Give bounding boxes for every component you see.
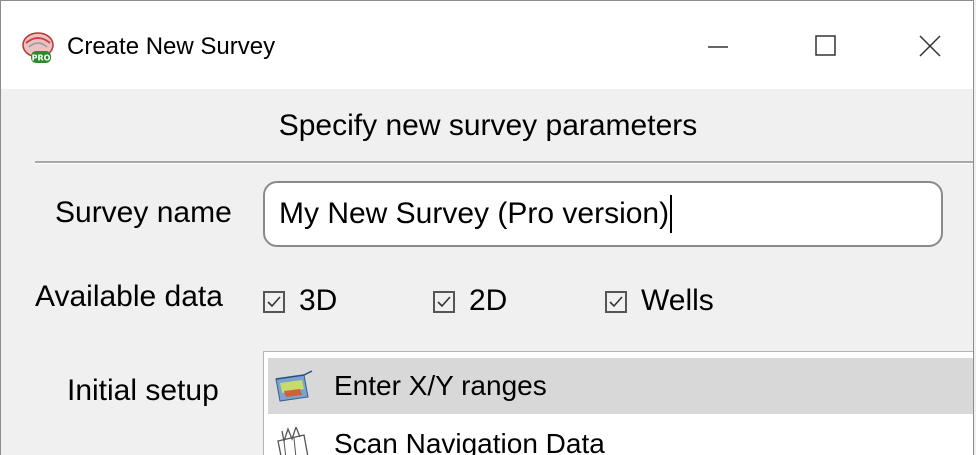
checkmark-icon <box>609 296 623 308</box>
text-caret <box>670 195 673 233</box>
initial-setup-label: Initial setup <box>67 374 219 407</box>
checkbox-2d-box[interactable] <box>433 291 455 313</box>
survey-name-input[interactable]: My New Survey (Pro version) <box>263 181 943 247</box>
checkbox-2d[interactable]: 2D <box>433 284 507 318</box>
create-survey-dialog: PRO Create New Survey Specify new survey… <box>0 0 974 455</box>
pro-app-icon: PRO <box>22 32 54 63</box>
xy-ranges-icon <box>275 370 313 402</box>
maximize-icon <box>815 35 836 56</box>
close-button[interactable] <box>899 15 961 77</box>
initial-setup-list[interactable]: Enter X/Y ranges Scan Navigation Data <box>263 351 973 455</box>
survey-name-label: Survey name <box>55 196 232 229</box>
list-item-label: Enter X/Y ranges <box>334 370 547 401</box>
checkbox-2d-label: 2D <box>469 284 508 317</box>
checkbox-wells-box[interactable] <box>605 291 627 313</box>
checkbox-3d-label: 3D <box>299 284 338 317</box>
survey-name-value: My New Survey (Pro version) <box>279 197 670 230</box>
checkmark-icon <box>437 296 451 308</box>
list-item-scan-navigation-data[interactable]: Scan Navigation Data <box>268 416 973 455</box>
scan-navigation-icon <box>277 427 309 455</box>
svg-text:PRO: PRO <box>32 54 51 63</box>
window-title: Create New Survey <box>67 33 276 60</box>
checkmark-icon <box>267 296 281 308</box>
checkbox-3d[interactable]: 3D <box>263 284 337 318</box>
minimize-icon <box>708 46 728 48</box>
title-bar[interactable]: PRO Create New Survey <box>1 1 973 89</box>
checkbox-wells[interactable]: Wells <box>605 284 714 318</box>
divider <box>35 161 973 164</box>
close-icon <box>919 35 941 57</box>
checkbox-3d-box[interactable] <box>263 291 285 313</box>
list-item-enter-xy-ranges[interactable]: Enter X/Y ranges <box>268 358 973 414</box>
list-item-label: Scan Navigation Data <box>334 428 605 455</box>
maximize-button[interactable] <box>795 15 857 77</box>
available-data-label: Available data <box>35 280 223 313</box>
checkbox-wells-label: Wells <box>641 284 714 317</box>
dialog-heading: Specify new survey parameters <box>278 109 698 142</box>
minimize-button[interactable] <box>687 15 749 77</box>
